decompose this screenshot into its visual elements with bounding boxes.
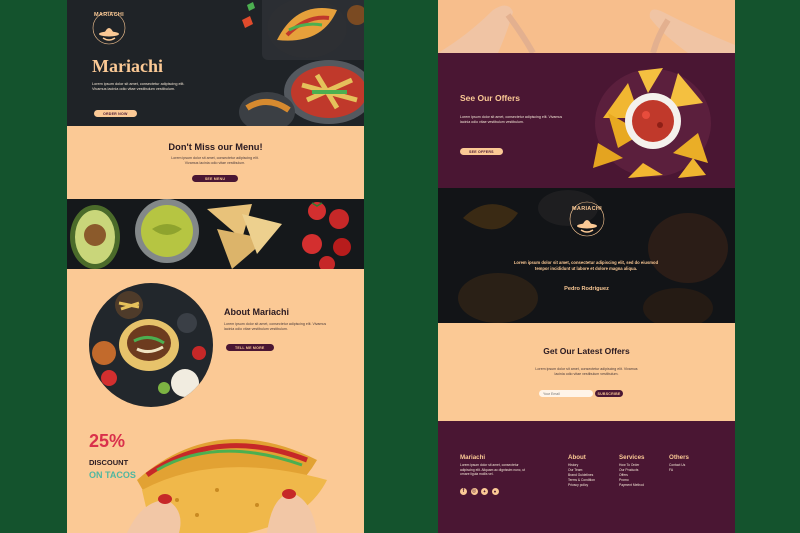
footer-link[interactable]: FA	[669, 468, 689, 473]
about-heading: About Mariachi	[224, 307, 290, 317]
hands-photo-strip	[438, 0, 735, 53]
testimonial-quote: Lorem ipsum dolor sit amet, consectetur …	[513, 260, 659, 271]
menu-section: Don't Miss our Menu! Lorem ipsum dolor s…	[67, 126, 364, 199]
order-now-button[interactable]: ORDER NOW	[94, 110, 137, 118]
logo-text: MARIACHI	[572, 206, 602, 212]
social-icons: f ◎ ✦ ●	[460, 488, 499, 495]
subscribe-button[interactable]: SUBSCRIBE	[595, 390, 623, 397]
facebook-icon[interactable]: f	[460, 488, 467, 495]
food-strip-photo	[67, 199, 364, 269]
promo-line-2: ON TACOS	[89, 470, 136, 480]
guacamole-chips-photo	[67, 199, 364, 269]
dribbble-icon[interactable]: ●	[491, 488, 499, 495]
newsletter-heading: Get Our Latest Offers	[543, 346, 630, 356]
page: { "left": { "hero": { "logo_text": "MARI…	[0, 0, 800, 533]
see-offers-button[interactable]: SEE OFFERS	[460, 148, 503, 156]
mariachi-logo: MARIACHI	[91, 10, 127, 46]
footer-column-title: Services	[619, 454, 645, 461]
promo-line-1: DISCOUNT	[89, 458, 129, 467]
promo-section: 25% DISCOUNT ON TACOS	[67, 420, 364, 533]
footer-brand: Mariachi	[460, 454, 486, 461]
footer-link[interactable]: Payment Method	[619, 483, 644, 488]
footer-column-about: About History Our Team Brand Guidelines …	[568, 454, 595, 488]
footer-column-title: About	[568, 454, 586, 461]
about-section: About Mariachi Lorem ipsum dolor sit ame…	[67, 269, 364, 420]
email-input[interactable]	[539, 390, 593, 397]
testimonial-author: Pedro Rodriguez	[564, 286, 609, 292]
right-page-mockup: See Our Offers Lorem ipsum dolor sit ame…	[438, 0, 735, 533]
menu-heading: Don't Miss our Menu!	[168, 142, 263, 152]
footer-link[interactable]: Privacy policy	[568, 483, 595, 488]
hero-text: Lorem ipsum dolor sit amet, consectetur …	[92, 82, 185, 92]
footer-column-others: Others Contact Us FA	[669, 454, 689, 473]
hero-title: Mariachi	[92, 56, 163, 76]
offers-text: Lorem ipsum dolor sit amet, consectetur …	[460, 115, 563, 124]
about-food-photo	[89, 283, 213, 407]
testimonial-logo: MARIACHI	[568, 200, 606, 238]
newsletter-section: Get Our Latest Offers Lorem ipsum dolor …	[438, 323, 735, 421]
offers-section: See Our Offers Lorem ipsum dolor sit ame…	[438, 53, 735, 188]
footer-column-title: Others	[669, 454, 689, 461]
offers-heading: See Our Offers	[460, 93, 520, 103]
twitter-icon[interactable]: ✦	[481, 488, 488, 495]
menu-text: Lorem ipsum dolor sit amet, consectetur …	[171, 156, 259, 165]
testimonial-section: MARIACHI Lorem ipsum dolor sit amet, con…	[438, 188, 735, 323]
logo-text: MARIACHI	[94, 12, 124, 18]
instagram-icon[interactable]: ◎	[470, 488, 478, 495]
see-menu-button[interactable]: SEE MENU	[192, 175, 238, 183]
footer-brand-text: Lorem ipsum dolor sit amet, consectetur …	[460, 463, 526, 476]
hero-section: MARIACHI Mariachi Lorem ipsum dolor sit …	[67, 0, 364, 126]
hands-photo	[438, 5, 735, 53]
promo-percent: 25%	[89, 431, 126, 451]
nachos-salsa-photo	[593, 68, 711, 178]
tell-me-more-button[interactable]: TELL ME MORE	[226, 344, 274, 352]
newsletter-text: Lorem ipsum dolor sit amet, consectetur …	[535, 367, 638, 376]
about-text: Lorem ipsum dolor sit amet, consectetur …	[224, 322, 327, 331]
footer: Mariachi Lorem ipsum dolor sit amet, con…	[438, 421, 735, 533]
left-page-mockup: MARIACHI Mariachi Lorem ipsum dolor sit …	[67, 0, 364, 533]
footer-column-services: Services How To Order Our Products Offer…	[619, 454, 644, 488]
